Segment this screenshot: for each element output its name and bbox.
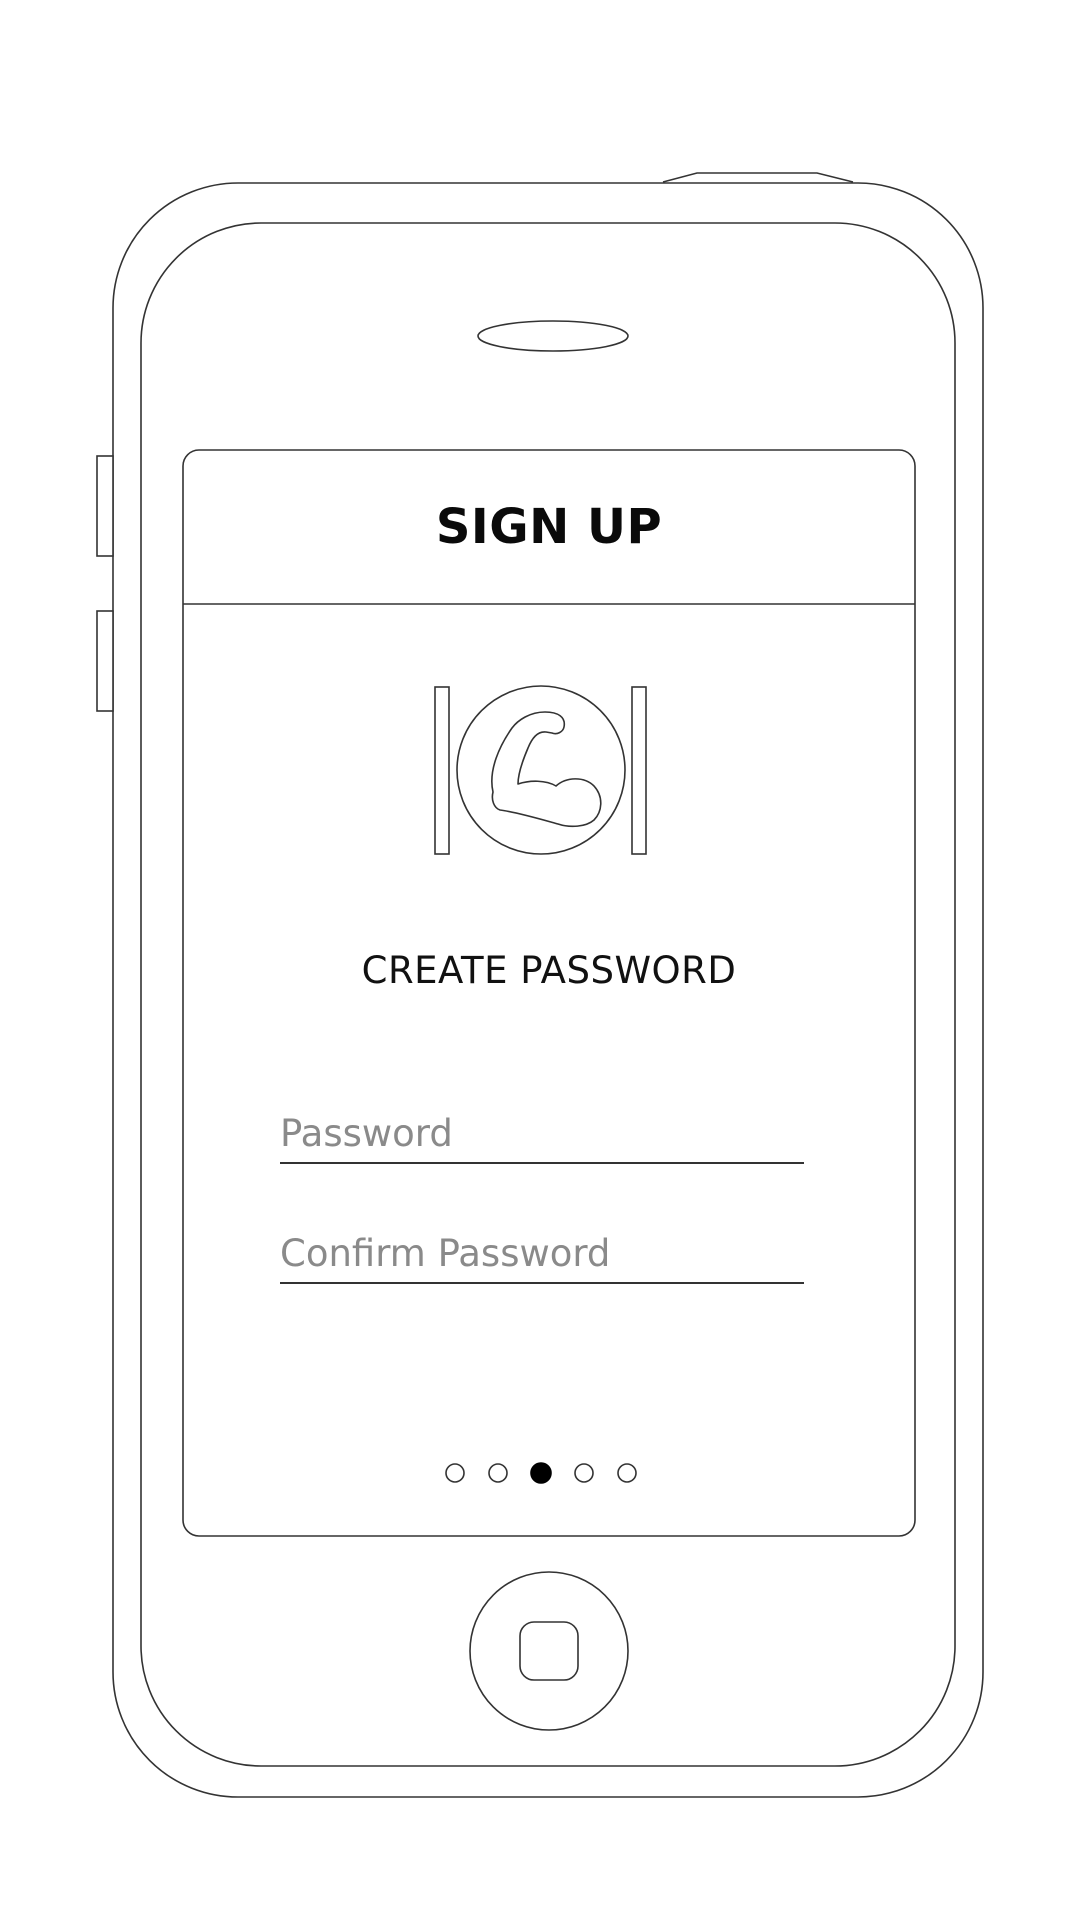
page-dot-1[interactable] xyxy=(445,1463,465,1483)
page-dot-4[interactable] xyxy=(574,1463,594,1483)
volume-down-button xyxy=(96,610,114,712)
volume-up-button xyxy=(96,455,114,557)
page-dot-3-active[interactable] xyxy=(530,1462,552,1484)
page-title: SIGN UP xyxy=(435,499,663,555)
password-field[interactable] xyxy=(280,1104,804,1164)
page-dot-2[interactable] xyxy=(488,1463,508,1483)
home-button[interactable] xyxy=(469,1571,629,1731)
page-dot-5[interactable] xyxy=(617,1463,637,1483)
create-password-heading: CREATE PASSWORD xyxy=(361,948,737,992)
power-button xyxy=(662,172,854,183)
confirm-password-field[interactable] xyxy=(280,1224,804,1284)
